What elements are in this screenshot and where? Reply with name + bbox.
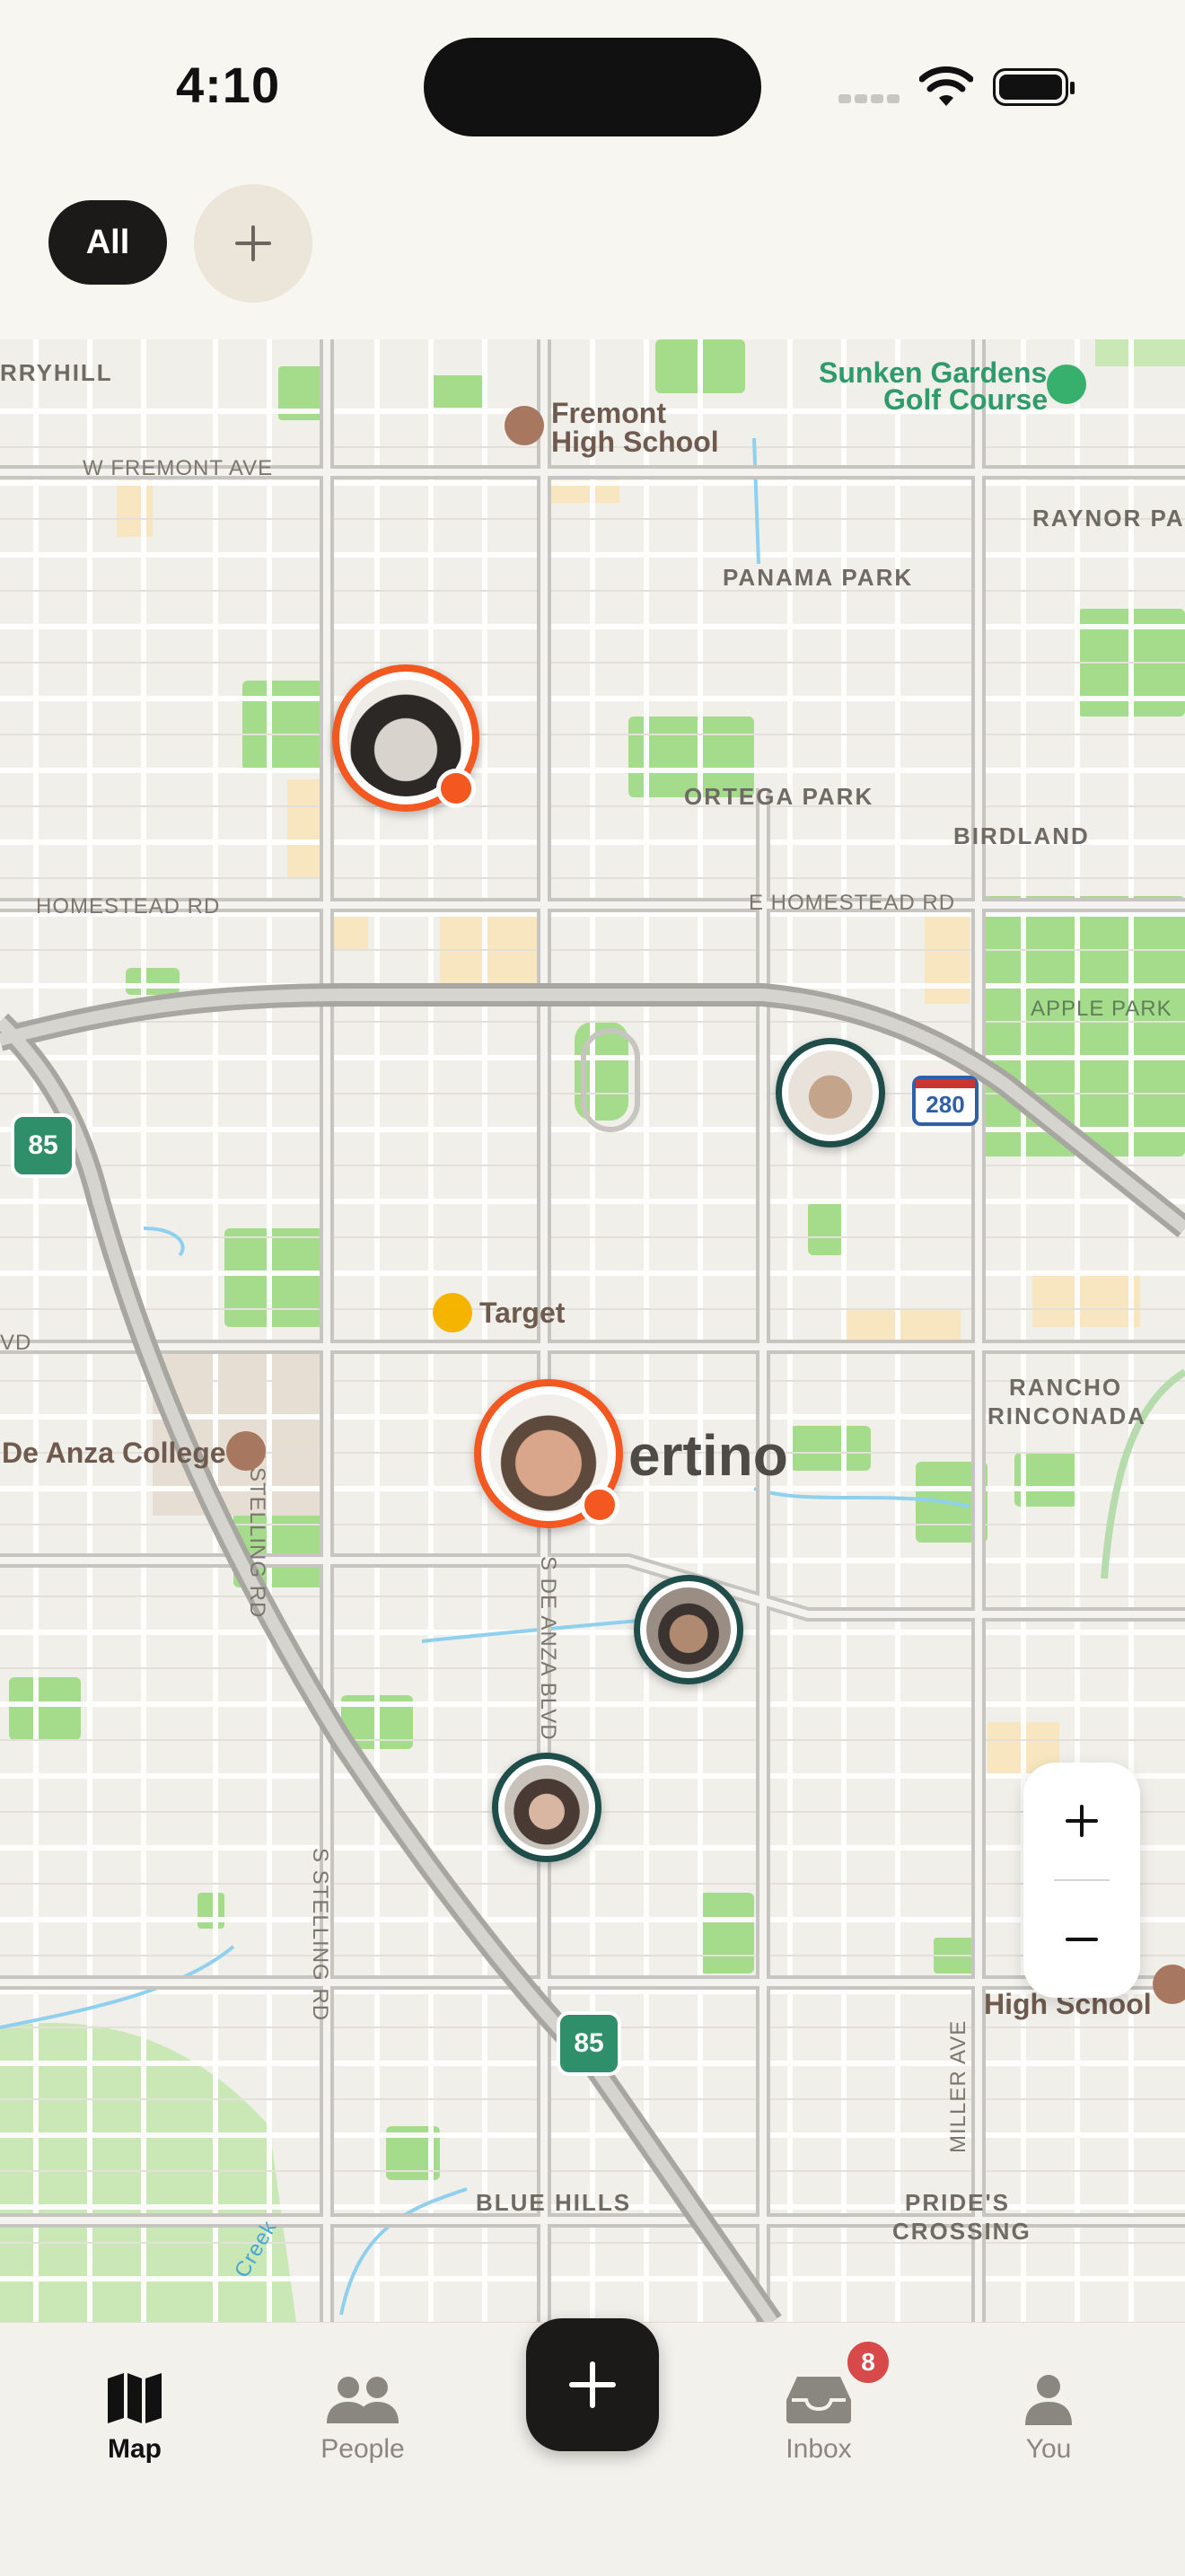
zoom-controls [1023, 1763, 1140, 1998]
area-label: CROSSING [892, 2218, 1031, 2245]
minus-icon [1066, 1938, 1098, 1941]
person-marker[interactable] [474, 1379, 623, 1528]
street-label: VD [0, 1331, 32, 1355]
street-label: HOMESTEAD RD [36, 894, 221, 919]
street-label: W FREMONT AVE [83, 456, 274, 480]
person-marker[interactable] [634, 1575, 743, 1684]
map-view[interactable]: RRYHILL W FREMONT AVE RAYNOR PAR PANAMA … [0, 339, 1185, 2322]
tab-you[interactable]: You [959, 2323, 1138, 2502]
poi-label[interactable]: Target [479, 1297, 565, 1330]
plus-icon [235, 225, 271, 261]
area-label: RAYNOR PAR [1032, 505, 1185, 532]
poi-label[interactable]: Golf Course [883, 385, 1048, 414]
inbox-badge: 8 [844, 2338, 892, 2387]
tab-map[interactable]: Map [45, 2323, 224, 2502]
poi-label[interactable]: De Anza College [2, 1437, 226, 1470]
status-time: 4:10 [176, 57, 281, 113]
highway-number: 85 [28, 1130, 58, 1160]
area-label: RANCHO [1009, 1374, 1123, 1401]
tab-label: People [320, 2434, 405, 2464]
school-icon[interactable] [505, 406, 544, 445]
interstate-280-shield: 280 [912, 1076, 979, 1126]
graduation-cap-icon[interactable] [226, 1431, 266, 1471]
people-icon [327, 2377, 399, 2423]
zoom-in-button[interactable] [1023, 1763, 1140, 1879]
person-marker[interactable] [776, 1038, 885, 1147]
street-label: E HOMESTEAD RD [749, 891, 956, 915]
area-label: PANAMA PARK [723, 564, 914, 591]
plus-icon [569, 2361, 616, 2408]
avatar-photo [646, 1587, 731, 1672]
area-label: PRIDE'S [905, 2189, 1010, 2216]
zoom-out-button[interactable] [1023, 1881, 1140, 1998]
golf-icon[interactable] [1047, 365, 1086, 404]
person-marker[interactable] [332, 664, 479, 812]
poi-label[interactable]: Sunken Gardens [819, 358, 1047, 387]
city-label: ertino [628, 1423, 788, 1488]
inbox-icon [786, 2377, 851, 2423]
street-label: RRYHILL [0, 359, 113, 386]
compose-button[interactable] [526, 2318, 659, 2451]
highway-number: 85 [574, 2028, 604, 2058]
highway-85-shield: 85 [557, 2011, 621, 2076]
area-label: BIRDLAND [953, 822, 1090, 849]
tab-label: Inbox [786, 2434, 852, 2464]
filter-all-chip[interactable]: All [48, 200, 167, 285]
area-label: APPLE PARK [1031, 997, 1172, 1021]
area-label: RINCONADA [988, 1402, 1146, 1429]
street-label: MILLER AVE [946, 2019, 970, 2153]
person-marker[interactable] [492, 1753, 601, 1862]
area-label: ORTEGA PARK [684, 783, 874, 810]
tab-people[interactable]: People [273, 2323, 452, 2502]
street-label: S DE ANZA BLVD [536, 1556, 560, 1741]
active-status-dot [436, 769, 476, 808]
battery-icon [993, 68, 1075, 106]
wifi-icon [919, 66, 973, 106]
tab-label: You [1025, 2434, 1072, 2464]
plus-icon [1066, 1805, 1098, 1837]
avatar-photo [505, 1765, 589, 1850]
area-label: BLUE HILLS [476, 2189, 632, 2216]
shopping-cart-icon[interactable] [433, 1293, 472, 1332]
highway-number: 280 [926, 1091, 965, 1118]
poi-label[interactable]: High School [551, 426, 719, 459]
school-icon[interactable] [1153, 1965, 1185, 2004]
street-label: S STELLING RD [308, 1848, 332, 2022]
tab-label: Map [108, 2434, 162, 2464]
highway-85-shield: 85 [11, 1113, 75, 1178]
person-icon [1025, 2375, 1072, 2425]
cellular-signal-icon [838, 90, 901, 108]
avatar-photo [788, 1051, 873, 1135]
dynamic-island [424, 38, 761, 136]
map-icon [108, 2373, 162, 2423]
active-status-dot [580, 1485, 619, 1525]
add-filter-button[interactable] [194, 184, 312, 303]
